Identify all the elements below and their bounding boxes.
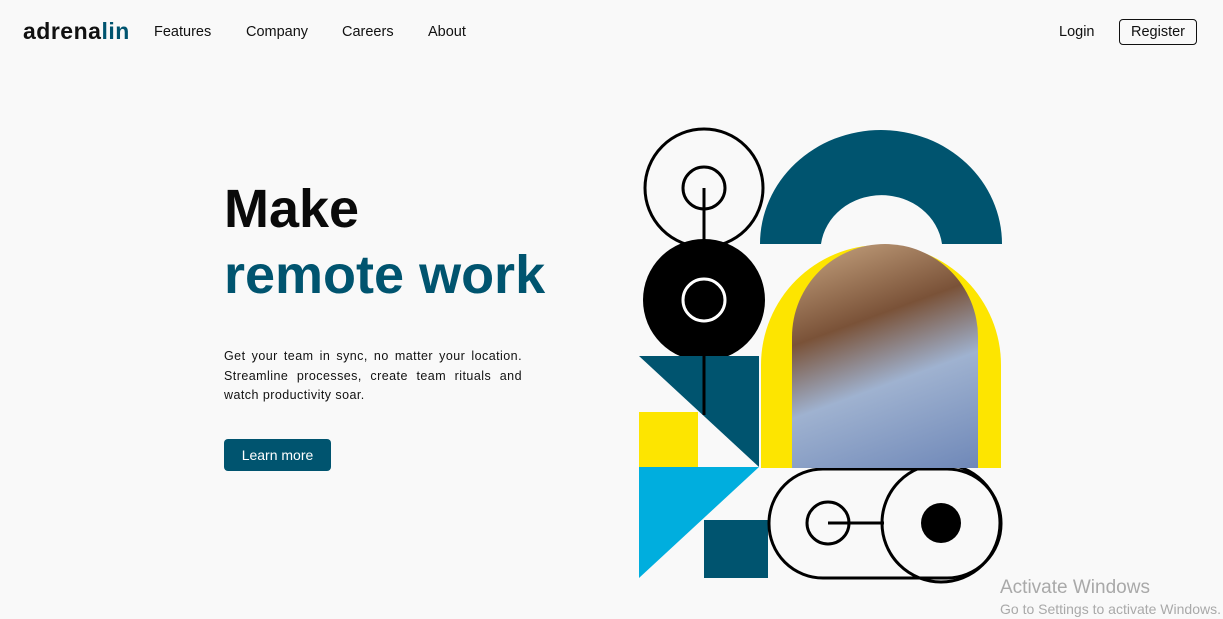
person-photo: [792, 244, 978, 468]
yellow-square: [639, 412, 698, 467]
windows-watermark-subtitle: Go to Settings to activate Windows.: [1000, 601, 1221, 617]
hero-title-line2: remote work: [224, 245, 546, 305]
landing-page: adrenalin Features Company Careers About…: [0, 0, 1223, 619]
learn-more-button[interactable]: Learn more: [224, 439, 331, 471]
brand-logo[interactable]: adrenalin: [23, 18, 130, 45]
logo-text-accent: lin: [101, 18, 130, 44]
nav-link-features[interactable]: Features: [154, 24, 211, 40]
black-circle: [643, 239, 765, 361]
login-link[interactable]: Login: [1059, 24, 1094, 40]
pill-outline: [767, 467, 1003, 580]
windows-watermark-title: Activate Windows: [1000, 577, 1150, 598]
nav-link-about[interactable]: About: [428, 24, 466, 40]
logo-text-primary: adrena: [23, 18, 102, 44]
teal-square: [704, 520, 768, 578]
nav-link-company[interactable]: Company: [246, 24, 308, 40]
pill-black-dot: [921, 503, 961, 543]
hero-title-line1: Make: [224, 179, 360, 239]
teal-arch: [760, 130, 1002, 244]
nav-link-careers[interactable]: Careers: [342, 24, 394, 40]
hero-description: Get your team in sync, no matter your lo…: [224, 349, 522, 402]
register-button[interactable]: Register: [1119, 19, 1197, 45]
